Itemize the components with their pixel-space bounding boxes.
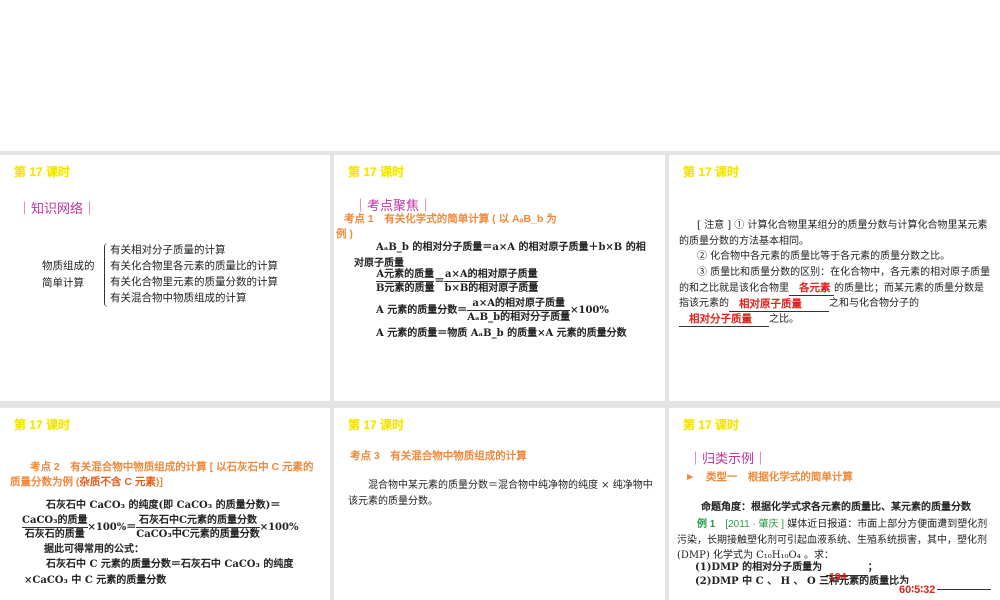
heading-emphasis: 杂质不含 C 元素 <box>79 476 156 488</box>
answer: 各元素 <box>799 282 831 294</box>
formula-label: A 元素的质量分数＝ <box>376 305 468 316</box>
formula-line: 石灰石中 C 元素的质量分数＝石灰石中 CaCO₃ 的纯度×CaCO₃ 中 C … <box>24 559 294 586</box>
key-point-heading: 考点 2 有关混合物中物质组成的计算 [ 以石灰石中 C 元素的质量分数为例 (… <box>10 460 315 490</box>
fraction-denominator: CaCO₃中C元素的质量分数 <box>136 529 260 540</box>
fraction-formula: A 元素的质量分数＝ a×A的相对原子质量 AₐB_b的相对分子质量 ×100% <box>376 297 609 324</box>
key-point-heading: 考点 3 有关混合物中物质组成的计算 <box>350 450 527 462</box>
fraction-denominator: B元素的质量 <box>376 283 435 294</box>
lesson-title: 第 17 课时 <box>348 165 405 179</box>
slide-examples[interactable]: 第 17 课时 ｜归类示例｜ ► 类型一 根据化学式的简单计算 命题角度：根据化… <box>669 408 1000 600</box>
example-source: [2011 · 肇庆 ] <box>725 519 785 530</box>
fraction-numerator: 石灰石中C元素的质量分数 <box>136 514 260 528</box>
root-label-2: 简单计算 <box>42 277 84 289</box>
slide-key-points-1[interactable]: 第 17 课时 ｜考点聚焦｜ 考点 1 有关化学式的简单计算 ( 以 AₐB_b… <box>334 155 665 401</box>
question-text: (1)DMP 的相对分子质量为 <box>695 562 823 573</box>
slide-knowledge-network[interactable]: 第 17 课时 ｜知识网络｜ 物质组成的 简单计算 有关相对分子质量的计算 有关… <box>0 155 330 401</box>
fraction-numerator: A元素的质量 <box>376 269 435 282</box>
question-angle: 命题角度：根据化学式求各元素的质量比、某元素的质量分数 <box>701 502 971 513</box>
section-heading: ｜归类示例｜ <box>689 451 768 466</box>
slide-notes[interactable]: 第 17 课时 [ 注意 ] ① 计算化合物里某组分的质量分数与计算化合物里某元… <box>669 155 1000 401</box>
lesson-title: 第 17 课时 <box>348 418 405 432</box>
formula-line: 石灰石中 CaCO₃ 的纯度(即 CaCO₃ 的质量分数)＝ <box>46 500 281 511</box>
body-text: 混合物中某元素的质量分数＝混合物中纯净物的纯度 × 纯净物中该元素的质量分数。 <box>348 480 653 507</box>
lesson-title: 第 17 课时 <box>683 165 740 179</box>
note-1: [ 注意 ] ① 计算化合物里某组分的质量分数与计算化合物里某元素的质量分数的方… <box>679 220 988 247</box>
branch-item: 有关化合物里各元素的质量比的计算 <box>110 260 278 272</box>
lesson-title: 第 17 课时 <box>14 418 71 432</box>
formula-line: A 元素的质量＝物质 AₐB_b 的质量×A 元素的质量分数 <box>376 328 627 339</box>
answer: 相对分子质量 <box>689 313 752 325</box>
purity-formula: CaCO₃的质量 石灰石的质量 ×100%＝ 石灰石中C元素的质量分数 CaCO₃中C元… <box>22 514 298 541</box>
fraction-numerator: a×A的相对原子质量 <box>467 297 571 311</box>
note-text: 之和与化合物分子的 <box>829 298 919 309</box>
fraction-numerator: a×A的相对原子质量 <box>444 269 539 282</box>
branch-item: 有关化合物里元素的质量分数的计算 <box>110 276 278 288</box>
lesson-title: 第 17 课时 <box>683 418 740 432</box>
heading-text: )] <box>155 476 163 488</box>
top-blank-area <box>0 0 1000 151</box>
example-body: 媒体近日报道：市面上部分方便面遭到塑化剂污染，长期接触塑化剂可引起血液系统、生殖… <box>677 519 988 561</box>
fraction-denominator: 石灰石的质量 <box>24 529 85 540</box>
formula-tail: ×100% <box>259 522 299 533</box>
section-heading: ｜知识网络｜ <box>18 201 97 216</box>
branch-item: 有关相对分子质量的计算 <box>110 244 226 256</box>
fraction-denominator: b×B的相对原子质量 <box>444 283 539 294</box>
slide-key-points-3[interactable]: 第 17 课时 考点 3 有关混合物中物质组成的计算 混合物中某元素的质量分数＝… <box>334 408 665 600</box>
formula-mid: ×100%＝ <box>87 522 137 533</box>
question-text: (2)DMP 中 C 、 H 、 O 三种元素的质量比为 <box>695 576 910 587</box>
formula-line: 据此可得常用的公式： <box>44 544 144 555</box>
branch-item: 有关混合物中物质组成的计算 <box>110 292 247 304</box>
fraction-denominator: AₐB_b的相对分子质量 <box>467 312 571 323</box>
formula-tail: ×100% <box>570 305 609 316</box>
answer-2: 60∶5∶32 <box>897 584 938 597</box>
root-label-1: 物质组成的 <box>42 260 95 272</box>
question-text: ； <box>867 562 878 573</box>
answer: 相对原子质量 <box>739 297 802 310</box>
answer-1: 194 <box>829 571 847 583</box>
note-3: ③ 质量比和质量分数的区别：在化合物中，各元素的相对原子质量的和之比就是该化合物… <box>679 265 991 327</box>
lesson-title: 第 17 课时 <box>14 165 71 179</box>
formula-line: AₐB_b 的相对分子质量＝a×A 的相对原子质量＋b×B 的相对原子质量 <box>354 242 646 269</box>
example-label: 例 1 <box>697 519 716 530</box>
note-text: 之比。 <box>769 313 799 325</box>
fraction-numerator: CaCO₃的质量 <box>22 515 88 528</box>
key-point-heading: 考点 1 有关化学式的简单计算 ( 以 AₐB_b 为例 ) <box>336 213 557 240</box>
example-text: 例 1 [2011 · 肇庆 ] 媒体近日报道：市面上部分方便面遭到塑化剂污染，… <box>677 515 993 564</box>
note-2: ② 化合物中各元素的质量比等于各元素的质量分数之比。 <box>697 251 951 262</box>
ratio-formula: A元素的质量 B元素的质量＝ a×A的相对原子质量 b×B的相对原子质量 <box>376 269 539 294</box>
type-heading: ► 类型一 根据化学式的简单计算 <box>685 471 853 483</box>
slide-key-points-2[interactable]: 第 17 课时 考点 2 有关混合物中物质组成的计算 [ 以石灰石中 C 元素的… <box>0 408 330 600</box>
